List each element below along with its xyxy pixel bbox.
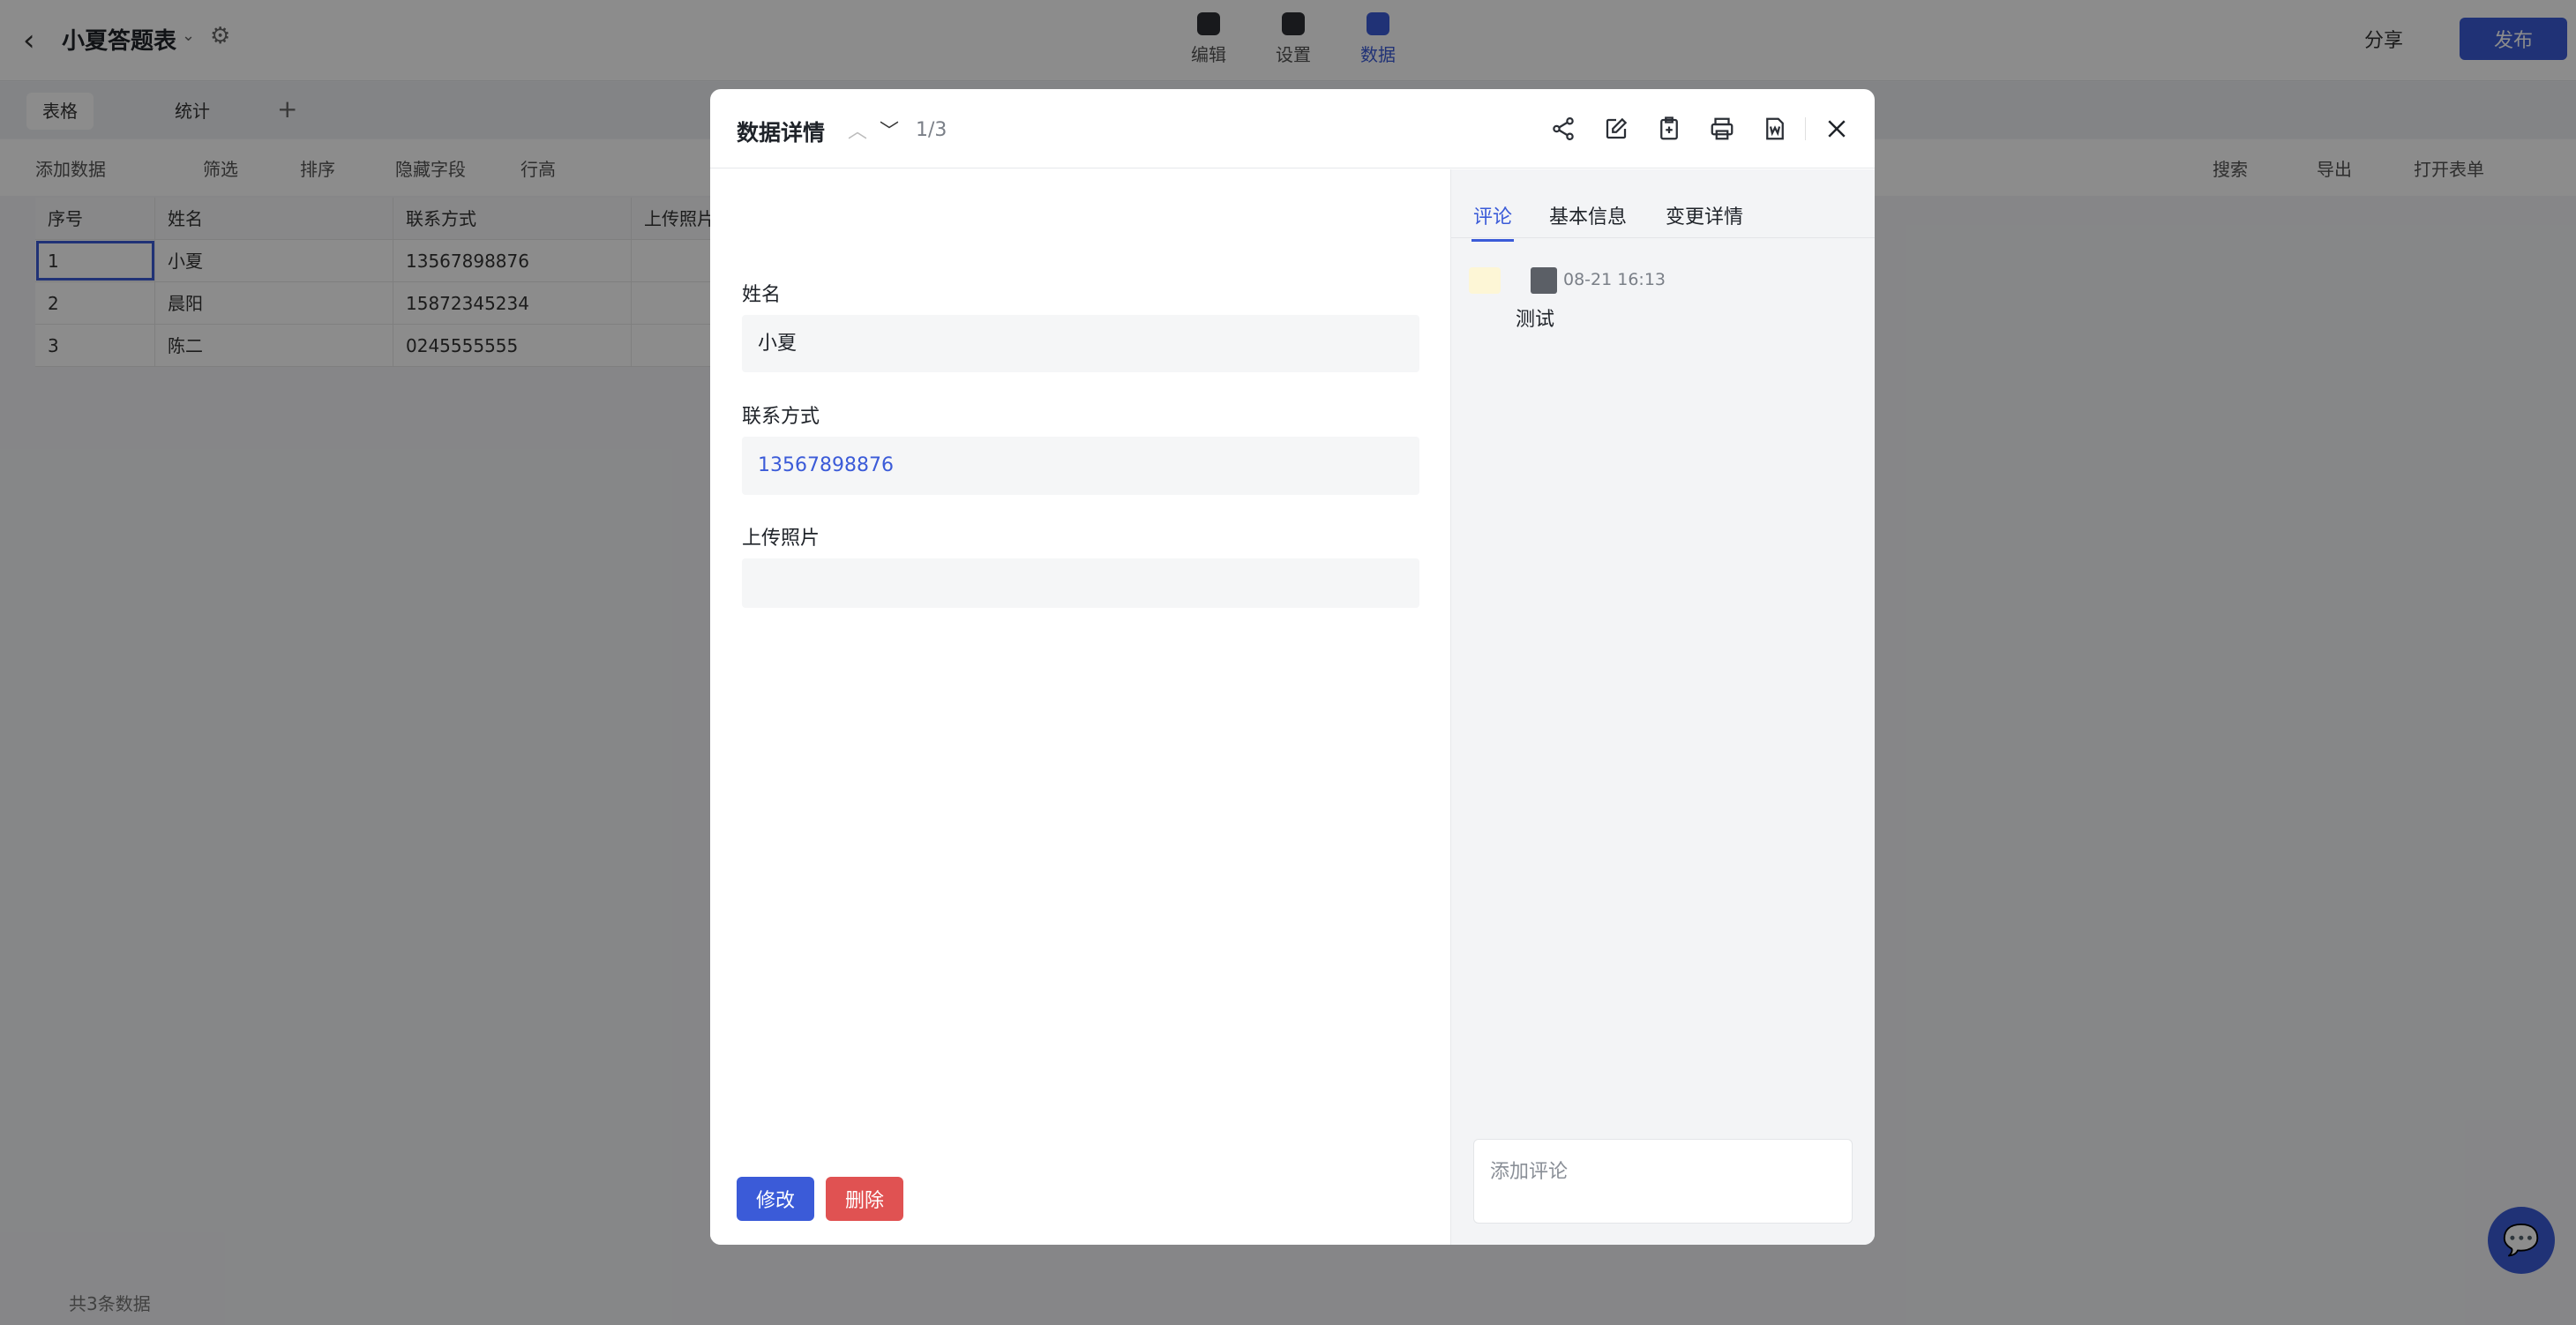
comments-pane: 评论 基本信息 变更详情 08-21 16:13 测试 (1450, 169, 1875, 1245)
data-detail-modal: 数据详情 ︿ ﹀ 1/3 姓名 小夏 联系方式 13567898876 上传照片 (710, 89, 1875, 1245)
edit-button[interactable]: 修改 (737, 1177, 814, 1221)
next-record-icon[interactable]: ﹀ (880, 116, 899, 144)
field-label-contact: 联系方式 (742, 406, 820, 428)
word-export-icon[interactable] (1762, 116, 1788, 142)
side-tabs: 评论 基本信息 变更详情 (1451, 169, 1875, 242)
tab-basic-info[interactable]: 基本信息 (1549, 201, 1627, 229)
record-fields-pane: 姓名 小夏 联系方式 13567898876 上传照片 修改 删除 (710, 169, 1449, 1245)
record-counter: 1/3 (916, 119, 947, 141)
tab-comments[interactable]: 评论 (1471, 201, 1515, 242)
contact-field-value[interactable]: 13567898876 (742, 437, 1419, 495)
field-label-photo: 上传照片 (742, 528, 820, 550)
modal-header: 数据详情 ︿ ﹀ 1/3 (710, 89, 1875, 168)
comment-text: 测试 (1516, 309, 1555, 331)
print-icon[interactable] (1709, 116, 1735, 142)
modal-title: 数据详情 (737, 120, 826, 146)
header-divider (1805, 117, 1806, 140)
previous-record-icon[interactable]: ︿ (848, 116, 867, 144)
comment-timestamp: 08-21 16:13 (1563, 270, 1666, 289)
delete-button[interactable]: 删除 (826, 1177, 903, 1221)
field-label-name: 姓名 (742, 284, 782, 306)
avatar (1469, 267, 1501, 294)
add-comment-input[interactable] (1473, 1139, 1853, 1224)
copy-icon[interactable] (1656, 116, 1682, 142)
share-icon[interactable] (1550, 116, 1576, 142)
tab-change-details[interactable]: 变更详情 (1666, 201, 1743, 229)
commenter-avatar (1531, 267, 1557, 294)
photo-field-value (742, 558, 1419, 608)
close-icon[interactable] (1823, 116, 1850, 142)
name-field-value: 小夏 (742, 315, 1419, 372)
edit-icon[interactable] (1603, 116, 1629, 142)
